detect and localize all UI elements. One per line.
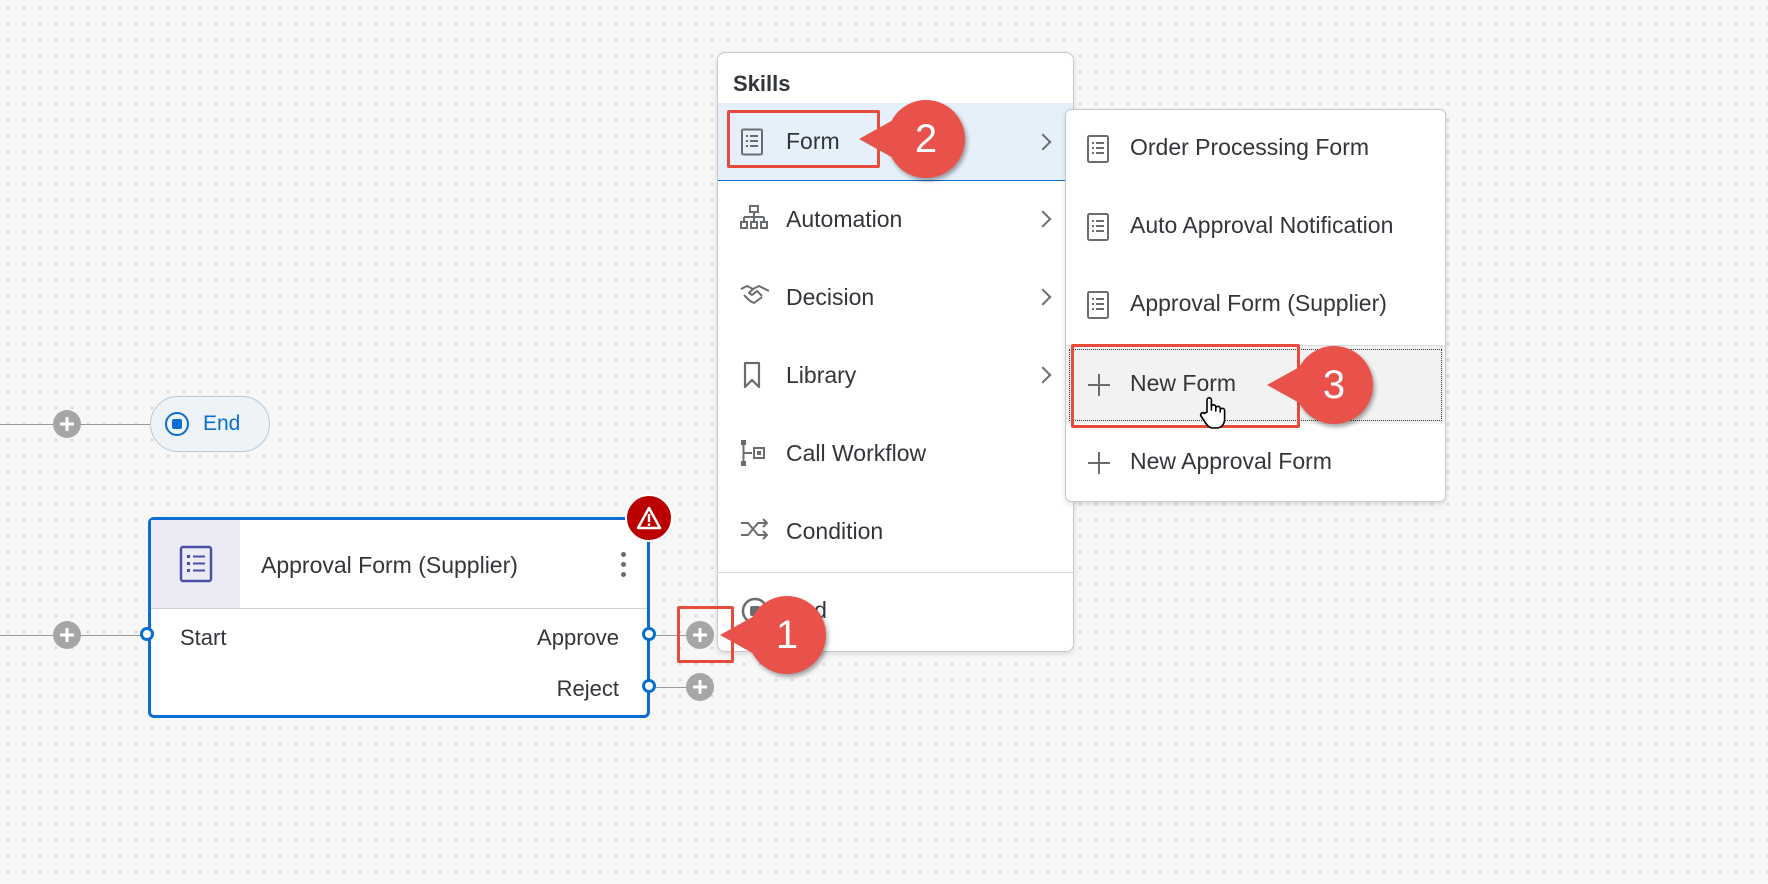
- hand-cursor-icon: [1199, 397, 1226, 429]
- submenu-item-new-approval-form[interactable]: New Approval Form: [1066, 424, 1445, 501]
- form-icon: [151, 520, 240, 608]
- step-callout-1: 1: [748, 596, 826, 674]
- chevron-right-icon: [1034, 366, 1052, 384]
- call-workflow-icon: [740, 439, 768, 467]
- form-icon: [1086, 290, 1110, 320]
- step-callout-2: 2: [887, 100, 965, 178]
- submenu-item-auto-approval-notification[interactable]: Auto Approval Notification: [1066, 188, 1445, 266]
- submenu-item-label: Auto Approval Notification: [1130, 212, 1394, 238]
- condition-icon: [740, 517, 768, 545]
- form-submenu: Order Processing Form Auto Approval Noti…: [1065, 109, 1446, 502]
- chevron-right-icon: [1034, 288, 1052, 306]
- step-callout-3: 3: [1295, 346, 1373, 424]
- approve-port[interactable]: [642, 627, 656, 641]
- add-after-reject-button[interactable]: [686, 673, 714, 701]
- chevron-right-icon: [1034, 210, 1052, 228]
- divider: [151, 608, 647, 609]
- submenu-item-label: New Approval Form: [1130, 448, 1332, 474]
- stop-icon: [165, 412, 189, 436]
- menu-item-call-workflow[interactable]: Call Workflow: [718, 414, 1073, 492]
- menu-item-library[interactable]: Library: [718, 336, 1073, 414]
- connector-line: [650, 687, 690, 688]
- add-step-button[interactable]: [53, 621, 81, 649]
- form-icon: [1086, 212, 1110, 242]
- bookmark-icon: [740, 361, 768, 389]
- input-port[interactable]: [140, 627, 154, 641]
- menu-item-decision[interactable]: Decision: [718, 258, 1073, 336]
- output-reject-label: Reject: [556, 676, 619, 701]
- submenu-item-label: Order Processing Form: [1130, 134, 1370, 160]
- highlight-box: [727, 110, 880, 168]
- menu-item-label: Condition: [786, 517, 884, 544]
- warning-icon[interactable]: [625, 494, 673, 542]
- menu-item-automation[interactable]: Automation: [718, 180, 1073, 258]
- submenu-item-order-processing-form[interactable]: Order Processing Form: [1066, 110, 1445, 188]
- end-node-label: End: [203, 412, 241, 435]
- submenu-item-label: Approval Form (Supplier): [1130, 290, 1387, 316]
- skills-menu-header: Skills: [733, 71, 791, 96]
- output-approve-label: Approve: [537, 625, 619, 650]
- reject-port[interactable]: [642, 679, 656, 693]
- menu-item-condition[interactable]: Condition: [718, 492, 1073, 570]
- approval-form-node[interactable]: Approval Form (Supplier) Start Approve R…: [148, 517, 650, 718]
- form-icon: [1086, 134, 1110, 164]
- input-port-label: Start: [180, 625, 227, 650]
- menu-item-label: Decision: [786, 283, 875, 310]
- add-step-button[interactable]: [53, 410, 81, 438]
- chevron-right-icon: [1034, 133, 1052, 150]
- menu-item-label: Automation: [786, 205, 903, 232]
- automation-icon: [740, 205, 768, 233]
- plus-icon: [1088, 452, 1110, 474]
- submenu-item-approval-form-supplier[interactable]: Approval Form (Supplier): [1066, 266, 1445, 344]
- menu-item-label: Library: [786, 361, 857, 388]
- highlight-box: [1071, 344, 1300, 428]
- menu-item-label: Call Workflow: [786, 439, 927, 466]
- more-options-icon[interactable]: [621, 552, 627, 578]
- node-title: Approval Form (Supplier): [261, 552, 518, 578]
- end-node[interactable]: End: [150, 396, 270, 452]
- handshake-icon: [740, 283, 770, 311]
